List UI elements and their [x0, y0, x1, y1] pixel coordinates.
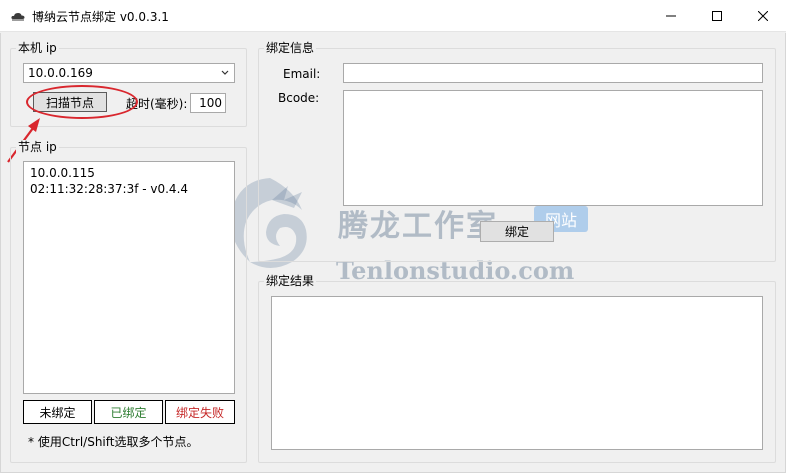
minimize-icon [666, 15, 676, 17]
timeout-input[interactable]: 100 [190, 93, 226, 113]
window-title: 博纳云节点绑定 v0.0.3.1 [32, 10, 169, 24]
maximize-icon [712, 11, 722, 21]
local-ip-group [10, 48, 247, 127]
bcode-field[interactable] [343, 90, 763, 206]
local-ip-group-title: 本机 ip [16, 41, 59, 55]
chevron-down-icon [221, 70, 229, 75]
legend-bound: 已绑定 [94, 400, 163, 424]
close-button[interactable] [740, 0, 786, 32]
minimize-button[interactable] [648, 0, 694, 32]
maximize-button[interactable] [694, 0, 740, 32]
bcode-label: Bcode: [278, 91, 320, 105]
list-item[interactable]: 10.0.0.115 [30, 165, 228, 181]
close-icon [758, 11, 768, 21]
legend-failed: 绑定失败 [165, 400, 235, 424]
email-label: Email: [283, 67, 321, 81]
cloud-app-icon [11, 13, 25, 21]
email-field[interactable] [343, 63, 763, 83]
title-bar[interactable]: 博纳云节点绑定 v0.0.3.1 [0, 0, 786, 32]
node-list[interactable]: 10.0.0.115 02:11:32:28:37:3f - v0.4.4 [23, 161, 235, 394]
local-ip-select[interactable]: 10.0.0.169 [23, 63, 235, 83]
bind-button[interactable]: 绑定 [480, 221, 554, 242]
scan-nodes-button[interactable]: 扫描节点 [33, 92, 107, 112]
bind-result-group-title: 绑定结果 [264, 274, 317, 288]
list-item[interactable]: 02:11:32:28:37:3f - v0.4.4 [30, 181, 228, 197]
multi-select-hint: * 使用Ctrl/Shift选取多个节点。 [28, 435, 199, 449]
bind-result-output[interactable] [271, 296, 763, 450]
local-ip-selected-value: 10.0.0.169 [28, 66, 93, 80]
node-ip-group-title: 节点 ip [16, 140, 59, 154]
bind-info-group-title: 绑定信息 [264, 41, 317, 55]
timeout-label: 超时(毫秒): [126, 97, 188, 111]
legend-unbound: 未绑定 [23, 400, 92, 424]
